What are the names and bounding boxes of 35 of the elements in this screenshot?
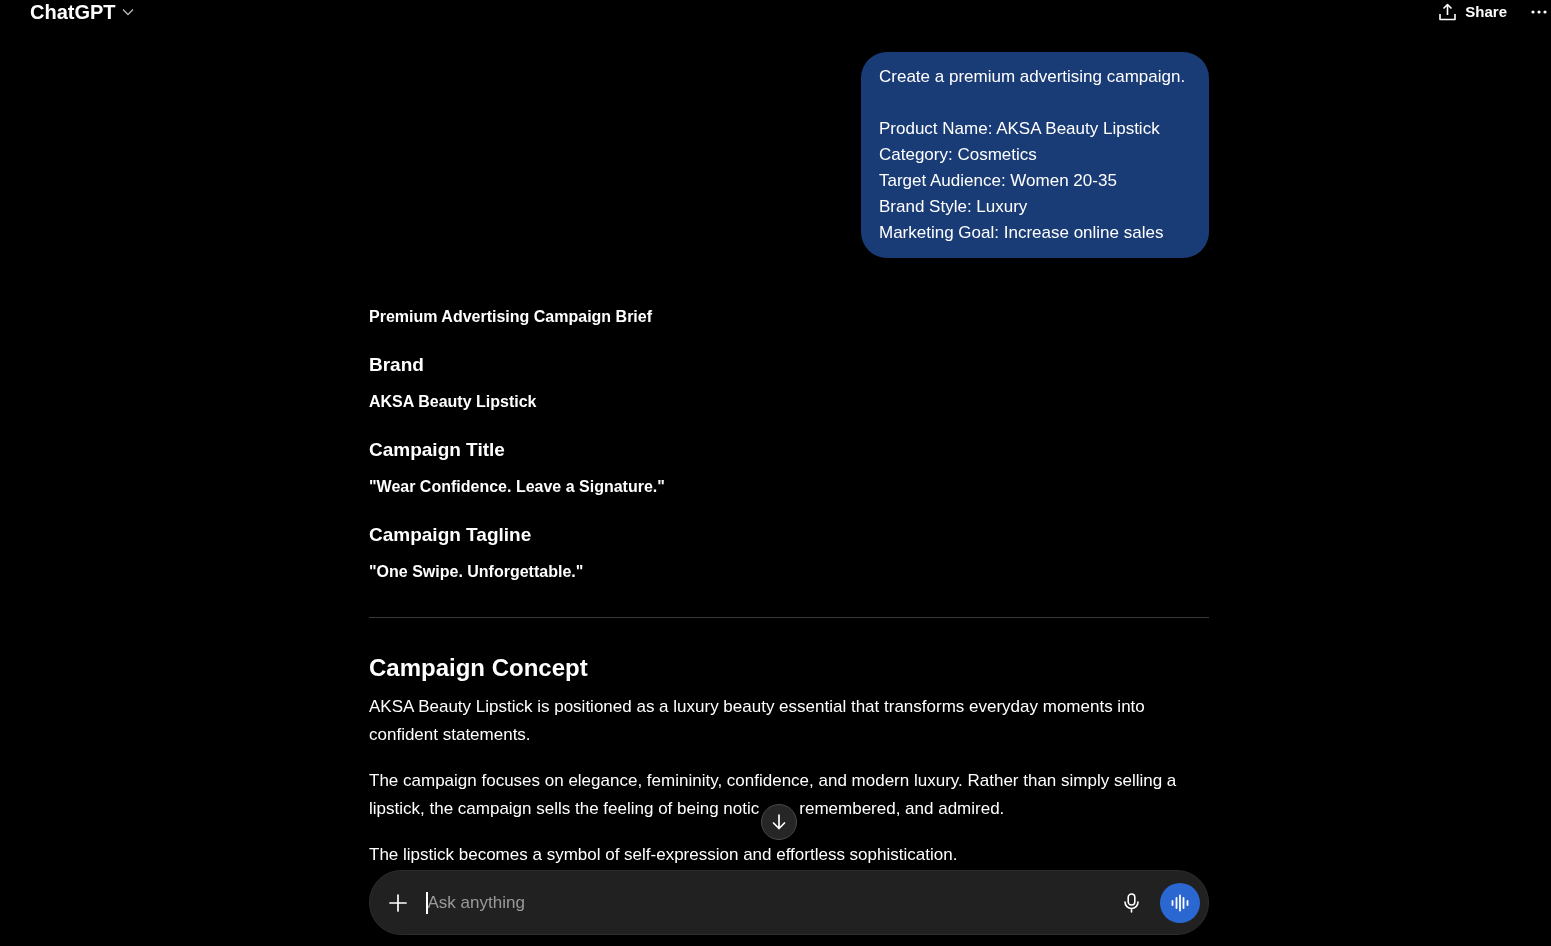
paragraph-text: AKSA Beauty Lipstick is positioned as a luxury beauty essential that transforms everyday moments into confident statements. [369,696,1146,746]
chevron-down-icon [121,8,134,16]
paragraph-text: lipstick, the campaign sells the feeling of being notic [369,798,760,820]
voice-mode-button[interactable] [1160,882,1200,923]
section-heading: Brand [369,353,425,377]
message-input[interactable]: Ask anything [427,887,1121,918]
microphone-button[interactable] [1121,890,1141,915]
section-heading: Campaign Concept [369,653,589,683]
scroll-down-button[interactable] [761,804,798,840]
sound-wave-icon [1171,893,1189,912]
microphone-icon [1123,892,1139,913]
section-value: "Wear Confidence. Leave a Signature." [369,477,666,497]
paragraph-text: The campaign focuses on elegance, femininity, confidence, and modern luxury. Rather than simply selling a [369,770,1178,792]
prompt-input-field[interactable]: Ask anything [369,870,1209,935]
message-text: Target Audience: Women 20-35 [879,170,1118,192]
plus-icon [389,893,407,912]
ellipsis-icon [1531,10,1547,14]
paragraph-text: The lipstick becomes a symbol of self-expression and effortless sophistication. [369,844,959,866]
section-heading: Campaign Tagline [369,523,533,547]
text-caret [426,891,428,914]
paragraph-text: remembered, and admired. [799,798,1005,820]
share-button[interactable]: Share [1439,2,1507,22]
message-text: Brand Style: Luxury [879,196,1029,218]
model-selector[interactable]: ChatGPT [30,0,134,24]
message-text: Product Name: AKSA Beauty Lipstick [879,118,1161,140]
response-title: Premium Advertising Campaign Brief [369,307,654,327]
section-heading: Campaign Title [369,438,506,462]
arrow-down-icon [772,814,787,830]
upload-icon [1439,3,1457,21]
section-value: "One Swipe. Unforgettable." [369,562,585,582]
message-text: Category: Cosmetics [879,144,1038,166]
add-attachment-button[interactable] [388,892,408,913]
section-value: AKSA Beauty Lipstick [369,392,538,412]
message-text: Marketing Goal: Increase online sales [879,222,1165,244]
message-text: Create a premium advertising campaign. [879,66,1187,88]
